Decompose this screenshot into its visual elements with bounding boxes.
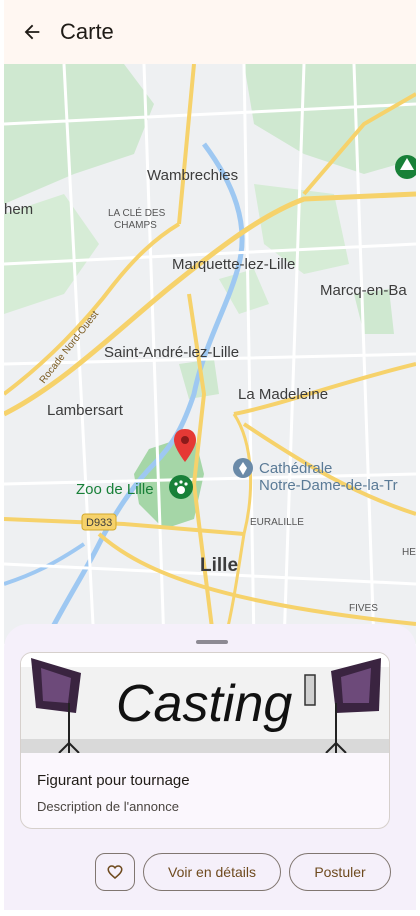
map-label-marquette: Marquette-lez-Lille	[172, 256, 295, 273]
back-button[interactable]	[4, 0, 60, 64]
listing-description: Description de l'annonce	[37, 799, 179, 814]
map-label-hem: hem	[4, 201, 33, 218]
casting-image-text: Casting	[116, 675, 292, 733]
casting-image: Casting	[21, 653, 389, 753]
map-label-saint-andre: Saint-André-lez-Lille	[104, 344, 239, 361]
map-label-euralille: EURALILLE	[250, 517, 304, 528]
map-label-wambrechies: Wambrechies	[147, 167, 238, 184]
bottom-sheet: Casting Figurant pour tournage Descripti…	[4, 624, 416, 910]
arrow-left-icon	[24, 24, 40, 40]
view-details-button[interactable]: Voir en détails	[143, 853, 281, 891]
listing-actions: Voir en détails Postuler	[4, 853, 416, 893]
listing-title: Figurant pour tournage	[37, 772, 190, 789]
map-label-lambersart: Lambersart	[47, 402, 124, 419]
app-bar: Carte	[4, 0, 416, 64]
map-label-marcq: Marcq-en-Ba	[320, 282, 407, 299]
map-label-cathedrale: Cathédrale	[259, 460, 332, 477]
favorite-button[interactable]	[95, 853, 135, 891]
page-title: Carte	[60, 19, 114, 44]
map-label-zoo: Zoo de Lille	[76, 481, 154, 498]
apply-button[interactable]: Postuler	[289, 853, 391, 891]
sheet-drag-handle[interactable]	[196, 640, 228, 644]
map-label-madeleine: La Madeleine	[238, 386, 328, 403]
map-label-he: HE	[402, 547, 416, 558]
map-view[interactable]: Wambrechies hem LA CLÉ DES CHAMPS Marque…	[4, 64, 416, 644]
map-label-clos: LA CLÉ DES	[108, 206, 166, 219]
map-label-fives: FIVES	[349, 603, 378, 614]
map-label-cathedrale2: Notre-Dame-de-la-Tr	[259, 477, 398, 494]
heart-icon	[107, 865, 123, 879]
map-label-lille: Lille	[200, 555, 238, 576]
listing-card[interactable]: Casting Figurant pour tournage Descripti…	[20, 652, 390, 829]
map-road-tag: D933	[86, 517, 112, 529]
map-label-clos2: CHAMPS	[114, 220, 157, 231]
